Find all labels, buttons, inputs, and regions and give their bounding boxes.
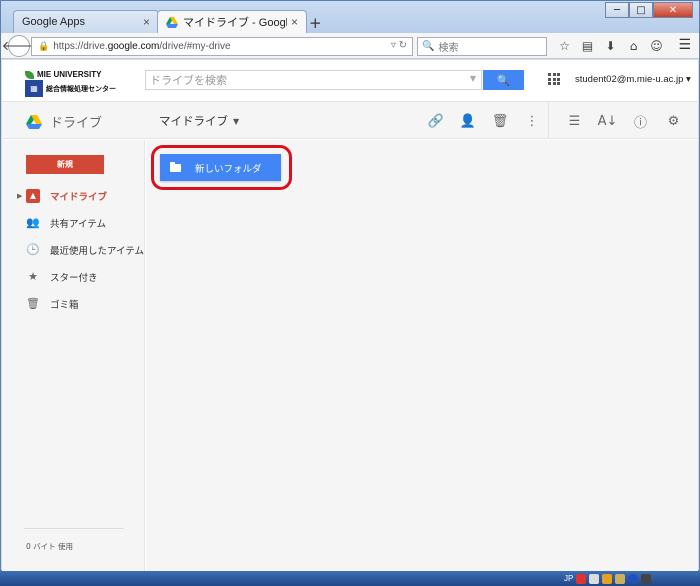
drive-brand[interactable]: ドライブ: [26, 112, 102, 131]
tab-google-apps[interactable]: Google Apps ×: [13, 10, 159, 33]
hamburger-menu-icon[interactable]: ☰: [678, 37, 691, 53]
trash-icon: 🗑: [26, 297, 40, 310]
home-icon[interactable]: ⌂: [622, 37, 645, 55]
search-options-caret-icon[interactable]: ▼: [470, 74, 476, 83]
drive-logo-icon: [26, 114, 42, 129]
leaf-icon: [25, 70, 34, 79]
logo-text-2: 総合情報処理センター: [46, 85, 116, 93]
sidebar: 新規 ▶ ▲ マイドライブ 👥 共有アイテム 🕒 最近使用したアイテム ★ スタ…: [2, 140, 145, 571]
annotation-highlight-circle: [151, 145, 292, 190]
url-bar[interactable]: 🔒 https://drive. google.com/drive/#my-dri…: [31, 37, 413, 56]
logo-box-icon: ▦: [25, 80, 43, 97]
drive-search-placeholder: ドライブを検索: [150, 74, 227, 87]
clipboard-icon[interactable]: ▤: [576, 37, 599, 55]
toolbar-divider: [548, 102, 549, 139]
browser-window: Google Apps × マイドライブ - Google ... × + ─ …: [0, 0, 700, 571]
university-logo[interactable]: MIE UNIVERSITY ▦ 総合情報処理センター: [25, 70, 135, 98]
ime-mode-icon[interactable]: [589, 573, 600, 584]
view-icons: ☰ A↓ ⓘ ⚙: [558, 111, 690, 131]
sidebar-item-label: 共有アイテム: [50, 218, 107, 230]
clock-icon: 🕒: [26, 243, 40, 256]
tray-folder-icon[interactable]: [615, 573, 626, 584]
sidebar-item-recent[interactable]: 🕒 最近使用したアイテム: [2, 236, 145, 263]
action-icons: 🔗 👤 🗑 ⋮: [420, 111, 548, 131]
help-icon[interactable]: [628, 573, 639, 584]
search-icon: 🔍: [422, 41, 435, 52]
sort-az-icon[interactable]: A↓: [591, 111, 624, 131]
storage-usage: 0 バイト 使用: [26, 542, 74, 551]
drive-search-input[interactable]: ドライブを検索 ▼: [145, 70, 482, 90]
tray-app-icon[interactable]: [602, 573, 613, 584]
browser-search-placeholder: 検索: [438, 43, 459, 54]
back-button[interactable]: 🡐: [2, 35, 36, 57]
sidebar-item-label: スター付き: [50, 272, 98, 284]
file-area: 新しいフォルダ: [146, 140, 698, 571]
caret-down-icon: ▼: [233, 116, 240, 126]
more-vert-icon[interactable]: ⋮: [516, 111, 548, 131]
sidebar-item-trash[interactable]: 🗑 ゴミ箱: [2, 290, 145, 317]
os-taskbar: JP: [0, 571, 700, 586]
tab-label: マイドライブ - Google ...: [183, 17, 287, 29]
drive-search-button[interactable]: 🔍: [483, 70, 524, 90]
ime-icon[interactable]: [576, 573, 587, 584]
reload-icon[interactable]: ▿ ↻: [391, 40, 407, 51]
sidebar-nav: ▶ ▲ マイドライブ 👥 共有アイテム 🕒 最近使用したアイテム ★ スター付き: [2, 182, 145, 317]
tab-close-icon[interactable]: ×: [143, 15, 150, 29]
url-scheme: https://drive.: [53, 41, 108, 52]
link-icon[interactable]: 🔗: [420, 111, 452, 131]
expand-arrow-icon[interactable]: ▶: [17, 192, 22, 200]
browser-toolbar-icons: ☆ ▤ ⬇ ⌂ ☺: [553, 37, 668, 55]
chat-icon[interactable]: ☺: [645, 37, 668, 55]
search-icon: 🔍: [496, 73, 511, 87]
new-tab-button[interactable]: +: [309, 14, 322, 32]
sidebar-item-shared[interactable]: 👥 共有アイテム: [2, 209, 145, 236]
browser-search-input[interactable]: 🔍 検索: [417, 37, 547, 56]
drive-brand-label: ドライブ: [50, 116, 103, 131]
lock-icon: 🔒: [38, 41, 50, 51]
drive-icon: ▲: [26, 188, 40, 203]
settings-gear-icon[interactable]: ⚙: [657, 111, 690, 131]
add-person-icon[interactable]: 👤: [452, 111, 484, 131]
sidebar-item-my-drive[interactable]: ▶ ▲ マイドライブ: [2, 182, 145, 209]
info-icon[interactable]: ⓘ: [624, 111, 657, 131]
account-email: student02@m.mie-u.ac.jp: [575, 74, 684, 85]
my-drive-dropdown[interactable]: マイドライブ ▼: [159, 113, 239, 129]
trash-icon[interactable]: 🗑: [484, 111, 516, 131]
star-icon: ★: [28, 270, 38, 283]
drive-toolbar: ドライブ マイドライブ ▼ 🔗 👤 🗑 ⋮ ☰ A↓ ⓘ ⚙: [2, 102, 698, 139]
drive-page: MIE UNIVERSITY ▦ 総合情報処理センター ドライブを検索 ▼ 🔍 …: [2, 60, 698, 571]
list-view-icon[interactable]: ☰: [558, 111, 591, 131]
location-label: マイドライブ: [159, 114, 228, 128]
apps-grid-icon[interactable]: [548, 73, 560, 85]
new-button[interactable]: 新規: [26, 155, 104, 174]
maximize-button[interactable]: □: [629, 2, 653, 18]
language-indicator[interactable]: JP: [564, 574, 573, 583]
sidebar-item-label: ゴミ箱: [50, 299, 79, 311]
sidebar-item-label: 最近使用したアイテム: [50, 245, 145, 257]
people-icon: 👥: [26, 216, 40, 229]
close-window-button[interactable]: ✕: [653, 2, 693, 18]
sidebar-item-label: マイドライブ: [50, 191, 108, 203]
logo-text-1: MIE UNIVERSITY: [37, 70, 102, 79]
sidebar-item-starred[interactable]: ★ スター付き: [2, 263, 145, 290]
url-host: google.com: [107, 41, 160, 52]
drive-header: MIE UNIVERSITY ▦ 総合情報処理センター ドライブを検索 ▼ 🔍 …: [2, 60, 698, 102]
tab-my-drive[interactable]: マイドライブ - Google ... ×: [157, 10, 307, 33]
nav-toolbar: 🡐 🔒 https://drive. google.com/drive/#my-d…: [1, 33, 699, 59]
tab-strip: Google Apps × マイドライブ - Google ... × + ─ …: [1, 1, 699, 33]
bookmark-star-icon[interactable]: ☆: [553, 37, 576, 55]
storage-divider: [24, 528, 124, 529]
url-path: /drive/#my-drive: [159, 41, 231, 52]
tab-label: Google Apps: [22, 16, 85, 28]
window-controls: ─ □ ✕: [605, 2, 693, 18]
account-menu[interactable]: student02@m.mie-u.ac.jp ▾: [575, 74, 691, 85]
drive-favicon-icon: [166, 16, 178, 28]
tab-close-icon[interactable]: ×: [291, 15, 298, 29]
system-tray: JP: [560, 571, 700, 586]
minimize-button[interactable]: ─: [605, 2, 629, 18]
tray-settings-icon[interactable]: [641, 573, 652, 584]
download-icon[interactable]: ⬇: [599, 37, 622, 55]
logo-mie: MIE UNIVERSITY: [25, 70, 135, 79]
